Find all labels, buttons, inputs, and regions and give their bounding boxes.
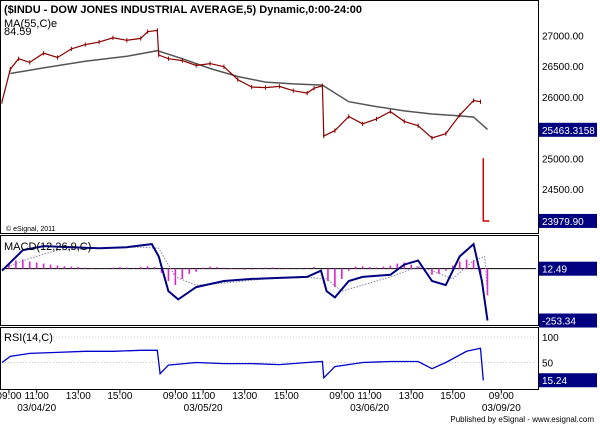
x-time-label: 11:00 — [357, 391, 382, 402]
ma-value: 84.59 — [4, 26, 32, 38]
x-time-label: 15:00 — [440, 391, 465, 402]
x-time-label: 09:00 — [489, 391, 514, 402]
chart-title: ($INDU - DOW JONES INDUSTRIAL AVERAGE,5)… — [4, 4, 362, 16]
x-time-label: 09:00 — [163, 391, 188, 402]
x-time-label: 09:00 — [329, 391, 354, 402]
background — [0, 0, 600, 426]
last-price-label: 25463.3158 — [542, 126, 595, 137]
x-date-label: 03/09/20 — [482, 403, 521, 414]
rsi-tick-label: 100 — [542, 333, 559, 344]
x-time-label: 11:00 — [25, 391, 50, 402]
price-tick-label: 25000.00 — [542, 154, 584, 165]
footer-text: Published by eSignal - www.esignal.com — [450, 415, 594, 424]
x-time-label: 13:00 — [232, 391, 257, 402]
price-tick-label: 27000.00 — [542, 31, 584, 42]
macd-zero-value: 12.49 — [542, 265, 567, 276]
x-date-label: 03/04/20 — [17, 403, 56, 414]
ma-last-label: 23979.90 — [542, 217, 584, 228]
chart-canvas: 27000.0026500.0026000.0025500.0025000.00… — [0, 0, 600, 426]
price-tick-label: 24500.00 — [542, 185, 584, 196]
x-time-label: 09:00 — [0, 391, 22, 402]
macd-min-value: -253.34 — [542, 317, 576, 328]
x-time-label: 15:00 — [107, 391, 132, 402]
x-time-label: 11:00 — [191, 391, 216, 402]
x-date-label: 03/06/20 — [350, 403, 389, 414]
macd-title: MACD(12,26,9,C) — [4, 241, 91, 253]
rsi-last-label: 15.24 — [542, 376, 567, 387]
x-time-label: 15:00 — [274, 391, 299, 402]
price-tick-label: 26000.00 — [542, 93, 584, 104]
x-date-label: 03/05/20 — [184, 403, 223, 414]
x-time-label: 13:00 — [66, 391, 91, 402]
x-time-label: 13:00 — [399, 391, 424, 402]
price-tick-label: 26500.00 — [542, 62, 584, 73]
copyright-text: © eSignal, 2011 — [6, 225, 56, 233]
rsi-title: RSI(14,C) — [4, 332, 53, 344]
rsi-tick-label: 50 — [542, 359, 554, 370]
